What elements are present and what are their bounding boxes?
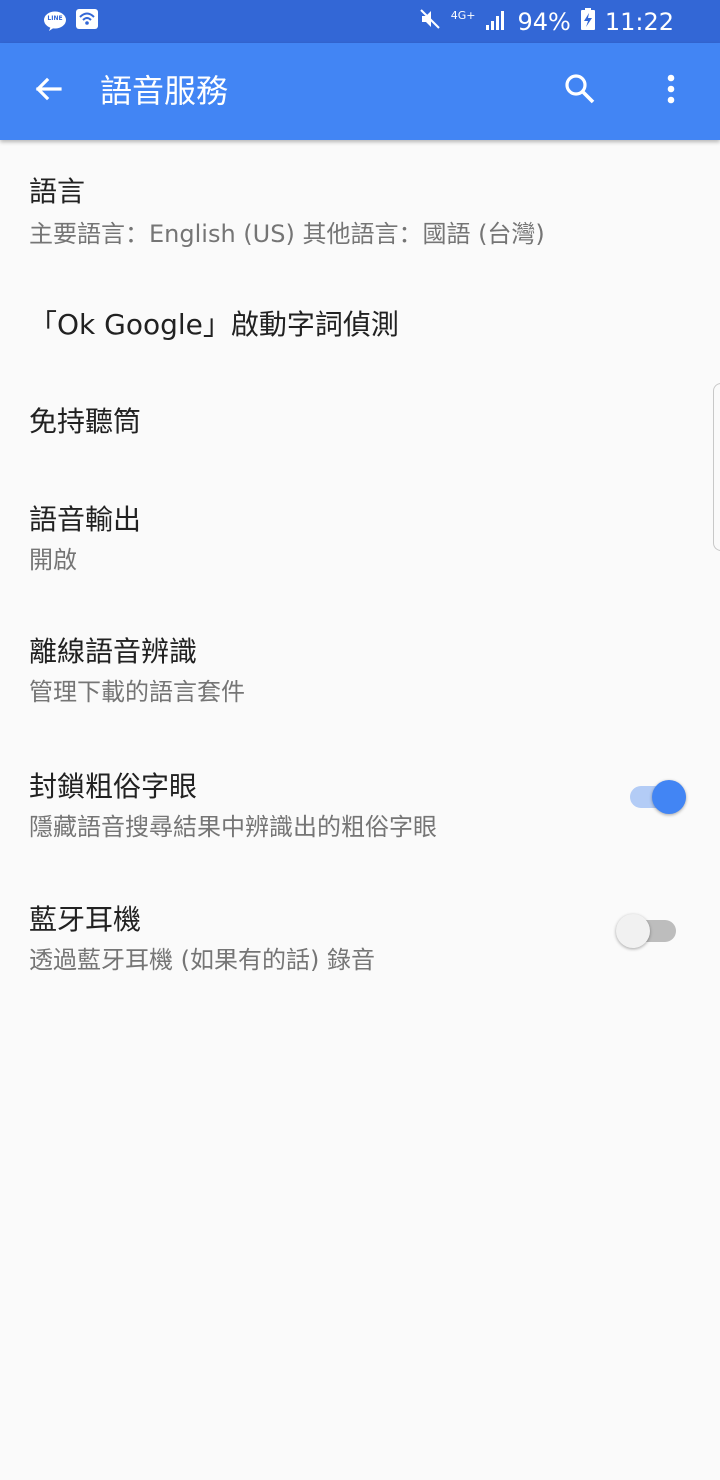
status-right-icons: 4G+ 94% 11:22 xyxy=(419,0,674,43)
line-badge-text: LINE xyxy=(47,15,63,22)
app-bar: 語音服務 xyxy=(0,43,720,140)
setting-subtitle: 主要語言：English (US) 其他語言：國語 (台灣) xyxy=(29,220,545,248)
setting-title: 離線語音辨識 xyxy=(29,635,198,668)
setting-title: 封鎖粗俗字眼 xyxy=(29,770,198,803)
signal-icon xyxy=(485,8,507,36)
setting-title: 語音輸出 xyxy=(29,503,142,536)
setting-subtitle: 隱藏語音搜尋結果中辨識出的粗俗字眼 xyxy=(29,813,437,841)
status-left-icons: LINE xyxy=(44,9,98,33)
setting-ok-google-detection[interactable]: 「Ok Google」啟動字詞偵測 xyxy=(0,265,720,360)
back-arrow-icon xyxy=(33,74,63,108)
toggle-thumb xyxy=(652,780,686,814)
setting-title: 藍牙耳機 xyxy=(29,903,142,936)
search-icon xyxy=(563,72,597,110)
setting-language[interactable]: 語言 主要語言：English (US) 其他語言：國語 (台灣) xyxy=(0,140,720,260)
status-bar: LINE 4G+ 94% 11:22 xyxy=(0,0,720,43)
setting-subtitle: 開啟 xyxy=(29,546,77,574)
search-button[interactable] xyxy=(552,63,608,119)
page-title: 語音服務 xyxy=(100,72,229,110)
edge-panel-handle[interactable] xyxy=(713,383,720,551)
toggle-thumb xyxy=(616,914,650,948)
setting-subtitle: 透過藍牙耳機 (如果有的話) 錄音 xyxy=(29,946,375,974)
network-type: 4G+ xyxy=(450,9,476,22)
setting-subtitle: 管理下載的語言套件 xyxy=(29,678,245,706)
mute-icon xyxy=(419,8,441,36)
block-offensive-toggle[interactable] xyxy=(630,780,690,814)
back-button[interactable] xyxy=(20,63,76,119)
setting-title: 免持聽筒 xyxy=(29,405,142,438)
clock: 11:22 xyxy=(604,7,674,36)
battery-percent: 94% xyxy=(517,7,571,36)
line-app-icon: LINE xyxy=(44,11,66,31)
setting-title: 語言 xyxy=(29,175,86,208)
setting-bluetooth-headset[interactable]: 藍牙耳機 透過藍牙耳機 (如果有的話) 錄音 xyxy=(0,860,720,978)
battery-charging-icon xyxy=(580,7,595,36)
setting-offline-recognition[interactable]: 離線語音辨識 管理下載的語言套件 xyxy=(0,592,720,710)
more-options-button[interactable] xyxy=(643,63,699,119)
setting-hands-free[interactable]: 免持聽筒 xyxy=(0,362,720,457)
setting-speech-output[interactable]: 語音輸出 開啟 xyxy=(0,460,720,578)
bluetooth-headset-toggle[interactable] xyxy=(616,914,676,948)
setting-title: 「Ok Google」啟動字詞偵測 xyxy=(29,308,399,341)
more-vert-icon xyxy=(666,74,676,108)
wifi-notification-icon xyxy=(76,9,98,33)
setting-block-offensive-words[interactable]: 封鎖粗俗字眼 隱藏語音搜尋結果中辨識出的粗俗字眼 xyxy=(0,727,720,845)
